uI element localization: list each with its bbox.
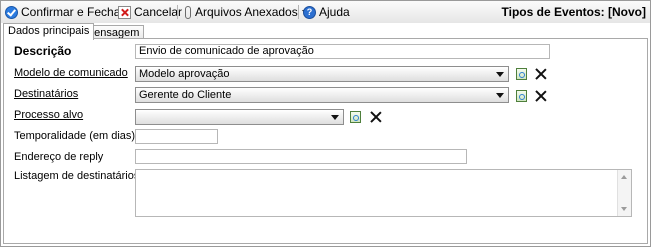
reply-label: Endereço de reply: [14, 151, 104, 163]
window-title: Tipos de Eventos: [Novo]: [501, 5, 646, 19]
chevron-down-icon: [331, 115, 339, 120]
destinatarios-link[interactable]: Destinatários: [14, 88, 78, 100]
help-label: Ajuda: [319, 5, 350, 19]
help-button[interactable]: ? Ajuda: [303, 4, 350, 20]
confirm-close-button[interactable]: Confirmar e Fechar: [5, 4, 124, 20]
listagem-textarea[interactable]: [135, 169, 632, 217]
check-circle-icon: [5, 5, 18, 19]
modelo-comunicado-value: Modelo aprovação: [139, 68, 230, 80]
cancel-label: Cancelar: [134, 5, 183, 19]
descricao-label: Descrição: [14, 44, 72, 58]
scroll-down-icon[interactable]: [621, 207, 627, 211]
cancel-icon: [118, 5, 131, 19]
tab-dados-principais[interactable]: Dados principais: [3, 23, 95, 40]
toolbar-separator: [298, 5, 299, 19]
tab-strip: Dados principais Mensagem: [1, 23, 650, 40]
cancel-button[interactable]: Cancelar: [118, 4, 182, 20]
listagem-label: Listagem de destinatários: [14, 170, 140, 182]
descricao-input[interactable]: Envio de comunicado de aprovação: [135, 44, 550, 59]
new-item-icon[interactable]: [516, 90, 527, 102]
new-item-icon[interactable]: [516, 68, 527, 80]
reply-input[interactable]: [135, 149, 467, 164]
paperclip-icon: [184, 5, 192, 19]
clear-x-icon[interactable]: [535, 90, 547, 102]
help-icon: ?: [303, 5, 316, 19]
new-item-icon[interactable]: [350, 111, 361, 123]
destinatarios-value: Gerente do Cliente: [139, 89, 232, 101]
processo-alvo-select[interactable]: [135, 109, 344, 125]
confirm-close-label: Confirmar e Fechar: [21, 5, 125, 19]
destinatarios-select[interactable]: Gerente do Cliente: [135, 87, 509, 103]
attachments-menu-button[interactable]: Arquivos Anexados: [184, 4, 308, 20]
chevron-down-icon: [496, 93, 504, 98]
attachments-label: Arquivos Anexados: [195, 5, 298, 19]
processo-alvo-link[interactable]: Processo alvo: [14, 109, 83, 121]
temporalidade-input[interactable]: [135, 129, 218, 144]
toolbar: Confirmar e Fechar Cancelar Arquivos Ane…: [1, 1, 650, 24]
tab-panel: Descrição Envio de comunicado de aprovaç…: [3, 38, 648, 244]
toolbar-separator: [177, 5, 178, 19]
dialog-window: Confirmar e Fechar Cancelar Arquivos Ane…: [0, 0, 651, 247]
clear-x-icon[interactable]: [535, 68, 547, 80]
chevron-down-icon: [496, 72, 504, 77]
scroll-up-icon[interactable]: [621, 175, 627, 179]
modelo-comunicado-link[interactable]: Modelo de comunicado: [14, 67, 128, 79]
modelo-comunicado-select[interactable]: Modelo aprovação: [135, 66, 509, 82]
temporalidade-label: Temporalidade (em dias): [14, 130, 136, 142]
clear-x-icon[interactable]: [370, 111, 382, 123]
textarea-scrollbar[interactable]: [617, 170, 631, 216]
